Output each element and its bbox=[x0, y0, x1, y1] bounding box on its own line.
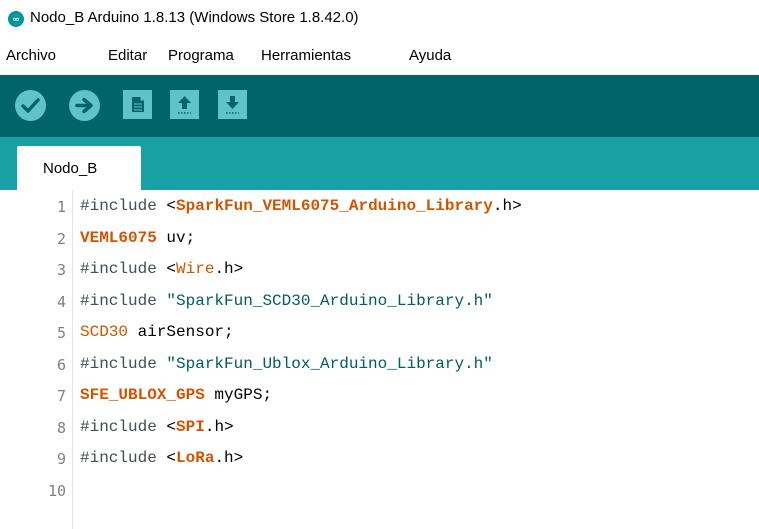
code-token: .h> bbox=[214, 449, 244, 467]
arrow-down-icon bbox=[226, 96, 239, 114]
line-number: 4 bbox=[56, 292, 66, 311]
new-file-icon bbox=[132, 97, 144, 112]
code-line: SFE_UBLOX_GPS myGPS; bbox=[80, 386, 272, 404]
arrow-right-icon bbox=[75, 97, 93, 114]
arrow-up-icon bbox=[178, 96, 191, 114]
code-token: < bbox=[166, 449, 177, 467]
menu-editar[interactable]: Editar bbox=[108, 47, 147, 64]
code-token: #include bbox=[80, 197, 167, 215]
code-line: #include "SparkFun_SCD30_Arduino_Library… bbox=[80, 292, 493, 310]
code-token: #include bbox=[80, 417, 167, 436]
code-line: #include <SparkFun_VEML6075_Arduino_Libr… bbox=[80, 197, 522, 215]
code-token: "SparkFun_SCD30_Arduino_Library.h" bbox=[166, 291, 493, 310]
arduino-logo-icon: ∞ bbox=[8, 11, 24, 27]
menu-archivo[interactable]: Archivo bbox=[6, 47, 56, 64]
code-token: SparkFun_VEML6075_Arduino_Library bbox=[176, 197, 493, 215]
window-title: Nodo_B Arduino 1.8.13 (Windows Store 1.8… bbox=[30, 9, 359, 26]
code-token: #include bbox=[80, 449, 167, 467]
line-number: 1 bbox=[56, 198, 66, 216]
code-token: VEML6075 bbox=[80, 228, 157, 247]
code-token: #include bbox=[80, 354, 167, 373]
line-number: 3 bbox=[56, 261, 66, 279]
line-number: 7 bbox=[56, 387, 66, 405]
menu-bar: Archivo Editar Programa Herramientas Ayu… bbox=[0, 40, 759, 74]
title-bar: ∞ Nodo_B Arduino 1.8.13 (Windows Store 1… bbox=[0, 0, 759, 36]
code-editor[interactable]: 1 2 3 4 5 6 7 8 9 10 #include <SparkFun_VEML6075_… bbox=[0, 190, 759, 529]
code-token: .h> bbox=[492, 197, 522, 215]
code-token: myGPS; bbox=[204, 386, 273, 404]
code-token: airSensor; bbox=[128, 323, 234, 341]
open-button[interactable] bbox=[170, 90, 199, 119]
line-number: 9 bbox=[56, 450, 66, 468]
code-line: #include <SPI.h> bbox=[80, 418, 234, 436]
upload-button[interactable] bbox=[69, 90, 100, 121]
line-number: 6 bbox=[56, 355, 66, 374]
code-token: SPI bbox=[176, 417, 205, 436]
code-token: < bbox=[166, 197, 177, 215]
menu-ayuda[interactable]: Ayuda bbox=[409, 47, 451, 64]
code-token: #include bbox=[80, 260, 167, 278]
line-number-gutter: 1 2 3 4 5 6 7 8 9 10 bbox=[0, 190, 70, 529]
code-token: < bbox=[166, 260, 177, 278]
code-line: VEML6075 uv; bbox=[80, 229, 195, 247]
verify-button[interactable] bbox=[15, 90, 46, 121]
code-token: SCD30 bbox=[80, 323, 129, 341]
line-number: 5 bbox=[56, 324, 66, 342]
checkmark-icon bbox=[21, 98, 40, 113]
save-button[interactable] bbox=[218, 90, 247, 119]
line-number: 2 bbox=[56, 229, 66, 248]
tab-strip: Nodo_B bbox=[0, 137, 759, 190]
code-token: Wire bbox=[176, 260, 215, 278]
toolbar bbox=[0, 75, 759, 137]
code-token: .h> bbox=[214, 260, 244, 278]
code-line: #include "SparkFun_Ublox_Arduino_Library… bbox=[80, 355, 493, 373]
new-button[interactable] bbox=[123, 90, 152, 119]
code-token: .h> bbox=[204, 417, 234, 436]
code-token: SFE_UBLOX_GPS bbox=[80, 386, 205, 404]
tab-nodo-b[interactable]: Nodo_B bbox=[17, 146, 141, 190]
menu-programa[interactable]: Programa bbox=[168, 47, 234, 64]
code-token: #include bbox=[80, 291, 167, 310]
code-line: #include <LoRa.h> bbox=[80, 449, 243, 467]
code-line: SCD30 airSensor; bbox=[80, 323, 234, 341]
code-token: uv; bbox=[156, 228, 196, 247]
code-token: < bbox=[166, 417, 177, 436]
code-line: #include <Wire.h> bbox=[80, 260, 243, 278]
line-number: 10 bbox=[47, 481, 66, 500]
menu-herramientas[interactable]: Herramientas bbox=[261, 47, 351, 64]
line-number: 8 bbox=[56, 418, 66, 437]
code-token: "SparkFun_Ublox_Arduino_Library.h" bbox=[166, 354, 493, 373]
gutter-divider bbox=[72, 190, 73, 529]
tab-label: Nodo_B bbox=[43, 160, 98, 177]
code-token: LoRa bbox=[176, 449, 215, 467]
